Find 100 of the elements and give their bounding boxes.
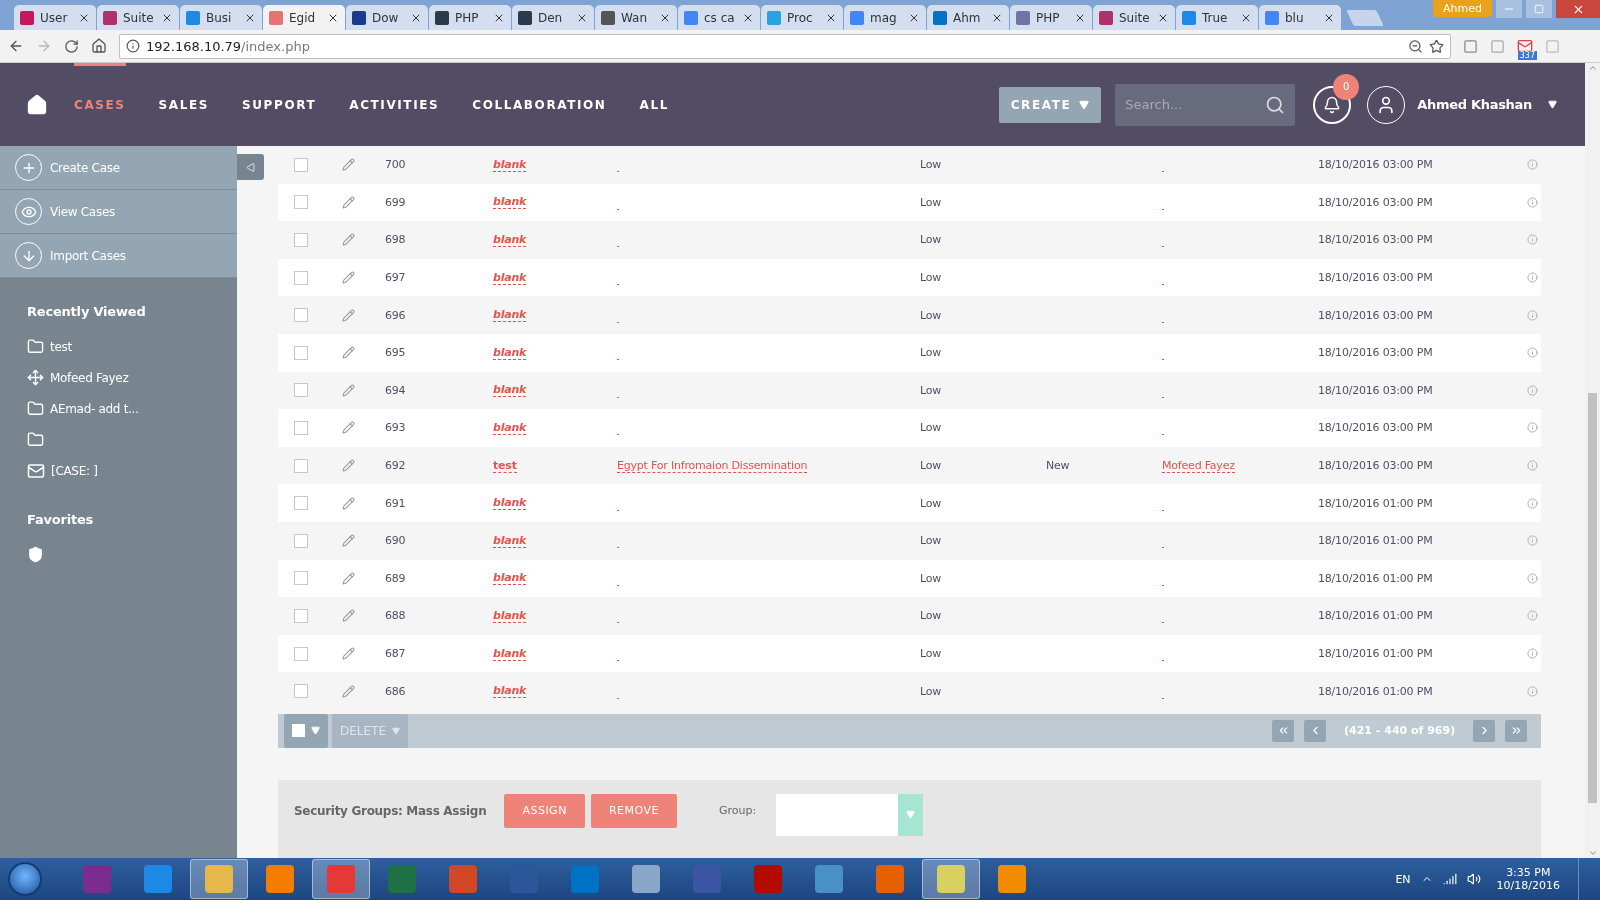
case-name-link[interactable]: blank [493,270,527,285]
pencil-icon[interactable] [342,534,355,548]
row-checkbox[interactable] [294,533,308,548]
extension-icon[interactable] [1490,38,1505,54]
browser-tab[interactable]: Dow [346,5,428,30]
empty-link-mark[interactable] [617,396,619,398]
close-button[interactable] [1556,0,1600,18]
case-name-link[interactable]: blank [493,496,527,511]
row-checkbox[interactable] [294,345,308,360]
empty-link-mark[interactable] [1162,171,1164,173]
taskbar-button[interactable] [312,859,370,899]
pencil-icon[interactable] [342,684,355,698]
empty-link-mark[interactable] [1162,321,1164,323]
search-icon[interactable] [1265,94,1286,115]
pencil-icon[interactable] [342,459,355,473]
pencil-icon[interactable] [342,421,355,435]
assign-button[interactable]: ASSIGN [504,793,585,828]
next-page-button[interactable] [1473,719,1496,742]
back-icon[interactable] [8,38,24,54]
pencil-icon[interactable] [342,571,355,585]
info-icon[interactable] [1527,159,1538,171]
row-checkbox[interactable] [294,270,308,285]
empty-link-mark[interactable] [1162,509,1164,511]
pencil-icon[interactable] [342,195,355,209]
case-name-link[interactable]: blank [493,383,527,398]
home-icon[interactable] [26,93,48,116]
user-menu[interactable]: Ahmed Khashan [1417,97,1532,112]
row-checkbox[interactable] [294,308,308,323]
browser-tab[interactable]: Den [512,5,594,30]
empty-link-mark[interactable] [1162,584,1164,586]
info-icon[interactable] [1527,648,1538,659]
scroll-up-icon[interactable] [1587,63,1598,73]
row-checkbox[interactable] [294,233,308,247]
browser-tab[interactable]: PHP [1010,5,1092,30]
pencil-icon[interactable] [342,609,355,623]
browser-tab[interactable]: blu [1259,5,1341,30]
taskbar-button[interactable] [190,859,248,899]
new-tab-button[interactable] [1346,10,1384,26]
empty-link-mark[interactable] [1162,208,1164,210]
case-name-link[interactable]: blank [493,571,527,586]
taskbar-button[interactable] [922,859,980,899]
pencil-icon[interactable] [342,647,355,660]
case-name-link[interactable]: blank [493,646,527,661]
assigned-user-link[interactable]: Mofeed Fayez [1162,458,1235,473]
empty-link-mark[interactable] [1162,359,1164,361]
address-bar[interactable]: 192.168.10.79/index.php [119,33,1451,59]
row-checkbox[interactable] [294,420,308,435]
info-icon[interactable] [1527,272,1538,284]
nav-tab[interactable]: COLLABORATION [472,63,607,146]
info-icon[interactable] [1527,572,1538,584]
pencil-icon[interactable] [342,496,355,510]
empty-link-mark[interactable] [617,622,619,624]
forward-icon[interactable] [36,38,52,54]
info-icon[interactable] [1527,460,1538,472]
empty-link-mark[interactable] [617,321,619,323]
empty-link-mark[interactable] [1162,547,1164,549]
empty-link-mark[interactable] [617,434,619,436]
browser-tab[interactable]: Proc [761,5,843,30]
minimize-button[interactable] [1496,0,1522,18]
group-select[interactable] [776,793,924,836]
reload-icon[interactable] [64,38,79,54]
case-name-link[interactable]: blank [493,420,527,435]
scrollbar[interactable] [1585,63,1600,858]
empty-link-mark[interactable] [1162,622,1164,624]
caret-icon[interactable] [1548,100,1557,109]
previous-page-button[interactable] [1304,719,1326,742]
extension-icon[interactable] [1545,38,1560,54]
case-name-link[interactable]: blank [493,684,527,699]
recent-item[interactable]: Mofeed Fayez [0,362,237,393]
nav-tab[interactable]: SALES [158,63,209,146]
profile-button[interactable]: Ahmed [1433,0,1492,17]
sidebar-action[interactable]: Create Case [0,146,237,190]
extension-icon[interactable] [1463,38,1478,54]
signal-icon[interactable] [1442,872,1457,886]
info-icon[interactable] [1527,347,1538,359]
info-icon[interactable] [1527,309,1538,321]
empty-link-mark[interactable] [1162,284,1164,286]
row-checkbox[interactable] [294,496,308,511]
zoom-icon[interactable] [1408,38,1423,54]
info-icon[interactable] [1527,196,1538,208]
select-all-dropdown[interactable] [284,713,328,748]
recent-item[interactable]: test [0,331,237,362]
pencil-icon[interactable] [342,383,355,397]
empty-link-mark[interactable] [617,697,619,699]
remove-button[interactable]: REMOVE [590,793,677,828]
row-checkbox[interactable] [294,608,308,623]
account-link[interactable]: Egypt For Infromaion Dissemination [617,458,808,473]
browser-tab[interactable]: Wan [595,5,677,30]
case-name-link[interactable]: blank [493,157,527,172]
nav-tab[interactable]: ACTIVITIES [349,63,440,146]
empty-link-mark[interactable] [617,509,619,511]
pencil-icon[interactable] [342,158,355,172]
notifications-button[interactable]: 0 [1313,73,1360,124]
info-icon[interactable] [1527,422,1538,434]
info-icon[interactable] [1527,610,1538,622]
empty-link-mark[interactable] [1162,246,1164,248]
browser-tab[interactable]: PHP [429,5,511,30]
empty-link-mark[interactable] [617,171,619,173]
row-checkbox[interactable] [294,458,308,473]
sidebar-action[interactable]: Import Cases [0,234,237,278]
